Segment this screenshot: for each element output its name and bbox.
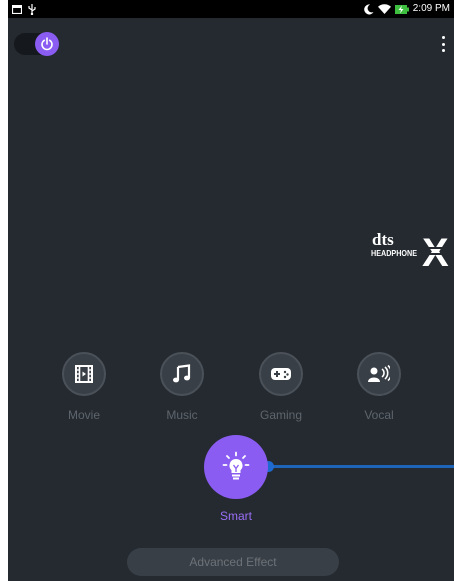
mode-smart-button[interactable] <box>204 435 268 499</box>
dts-headphone-x-logo: dts HEADPHONE X <box>371 230 454 269</box>
music-note-icon <box>173 364 191 383</box>
gamepad-icon <box>271 368 291 380</box>
lightbulb-icon <box>222 451 250 480</box>
svg-text:X: X <box>422 231 449 269</box>
menu-dot <box>441 36 445 39</box>
mode-vocal-label: Vocal <box>364 408 394 422</box>
mode-movie-button[interactable] <box>62 352 106 396</box>
logo-x-mark: X <box>422 231 454 269</box>
status-bar-right: 2:09 PM <box>363 2 450 16</box>
moon-icon <box>363 3 374 14</box>
mode-vocal-button[interactable] <box>357 352 401 396</box>
logo-brand: dts <box>372 230 394 249</box>
menu-dot <box>441 42 445 46</box>
mode-music-button[interactable] <box>160 352 204 396</box>
mode-music-label: Music <box>166 408 198 422</box>
mode-smart[interactable]: Smart <box>204 435 268 523</box>
battery-charging-icon <box>394 4 409 14</box>
mode-gaming-label: Gaming <box>259 408 303 422</box>
power-icon <box>41 37 53 51</box>
status-bar: 2:09 PM <box>8 0 454 18</box>
mode-vocal[interactable]: Vocal <box>349 352 409 422</box>
effect-slider-track[interactable] <box>270 465 454 468</box>
more-vert-icon[interactable] <box>438 36 448 52</box>
wifi-icon <box>377 4 391 14</box>
advanced-effect-button[interactable]: Advanced Effect <box>127 548 339 576</box>
app-screen: 2:09 PM dts HEADPHONE X Movie Music Gami… <box>8 0 454 581</box>
mode-gaming[interactable]: Gaming <box>251 352 311 422</box>
mode-gaming-button[interactable] <box>259 352 303 396</box>
film-icon <box>75 365 93 383</box>
status-time: 2:09 PM <box>412 3 450 14</box>
usb-icon <box>28 3 36 15</box>
mode-music[interactable]: Music <box>152 352 212 422</box>
mode-movie[interactable]: Movie <box>54 352 114 422</box>
mode-movie-label: Movie <box>67 408 100 422</box>
power-toggle[interactable] <box>14 32 59 56</box>
status-bar-left <box>12 3 36 15</box>
power-toggle-knob[interactable] <box>35 32 59 56</box>
logo-product: HEADPHONE <box>371 248 417 258</box>
speaker-voice-icon <box>368 365 390 382</box>
notification-icon <box>12 4 22 14</box>
menu-dot <box>441 49 445 52</box>
mode-smart-label: Smart <box>219 509 252 523</box>
